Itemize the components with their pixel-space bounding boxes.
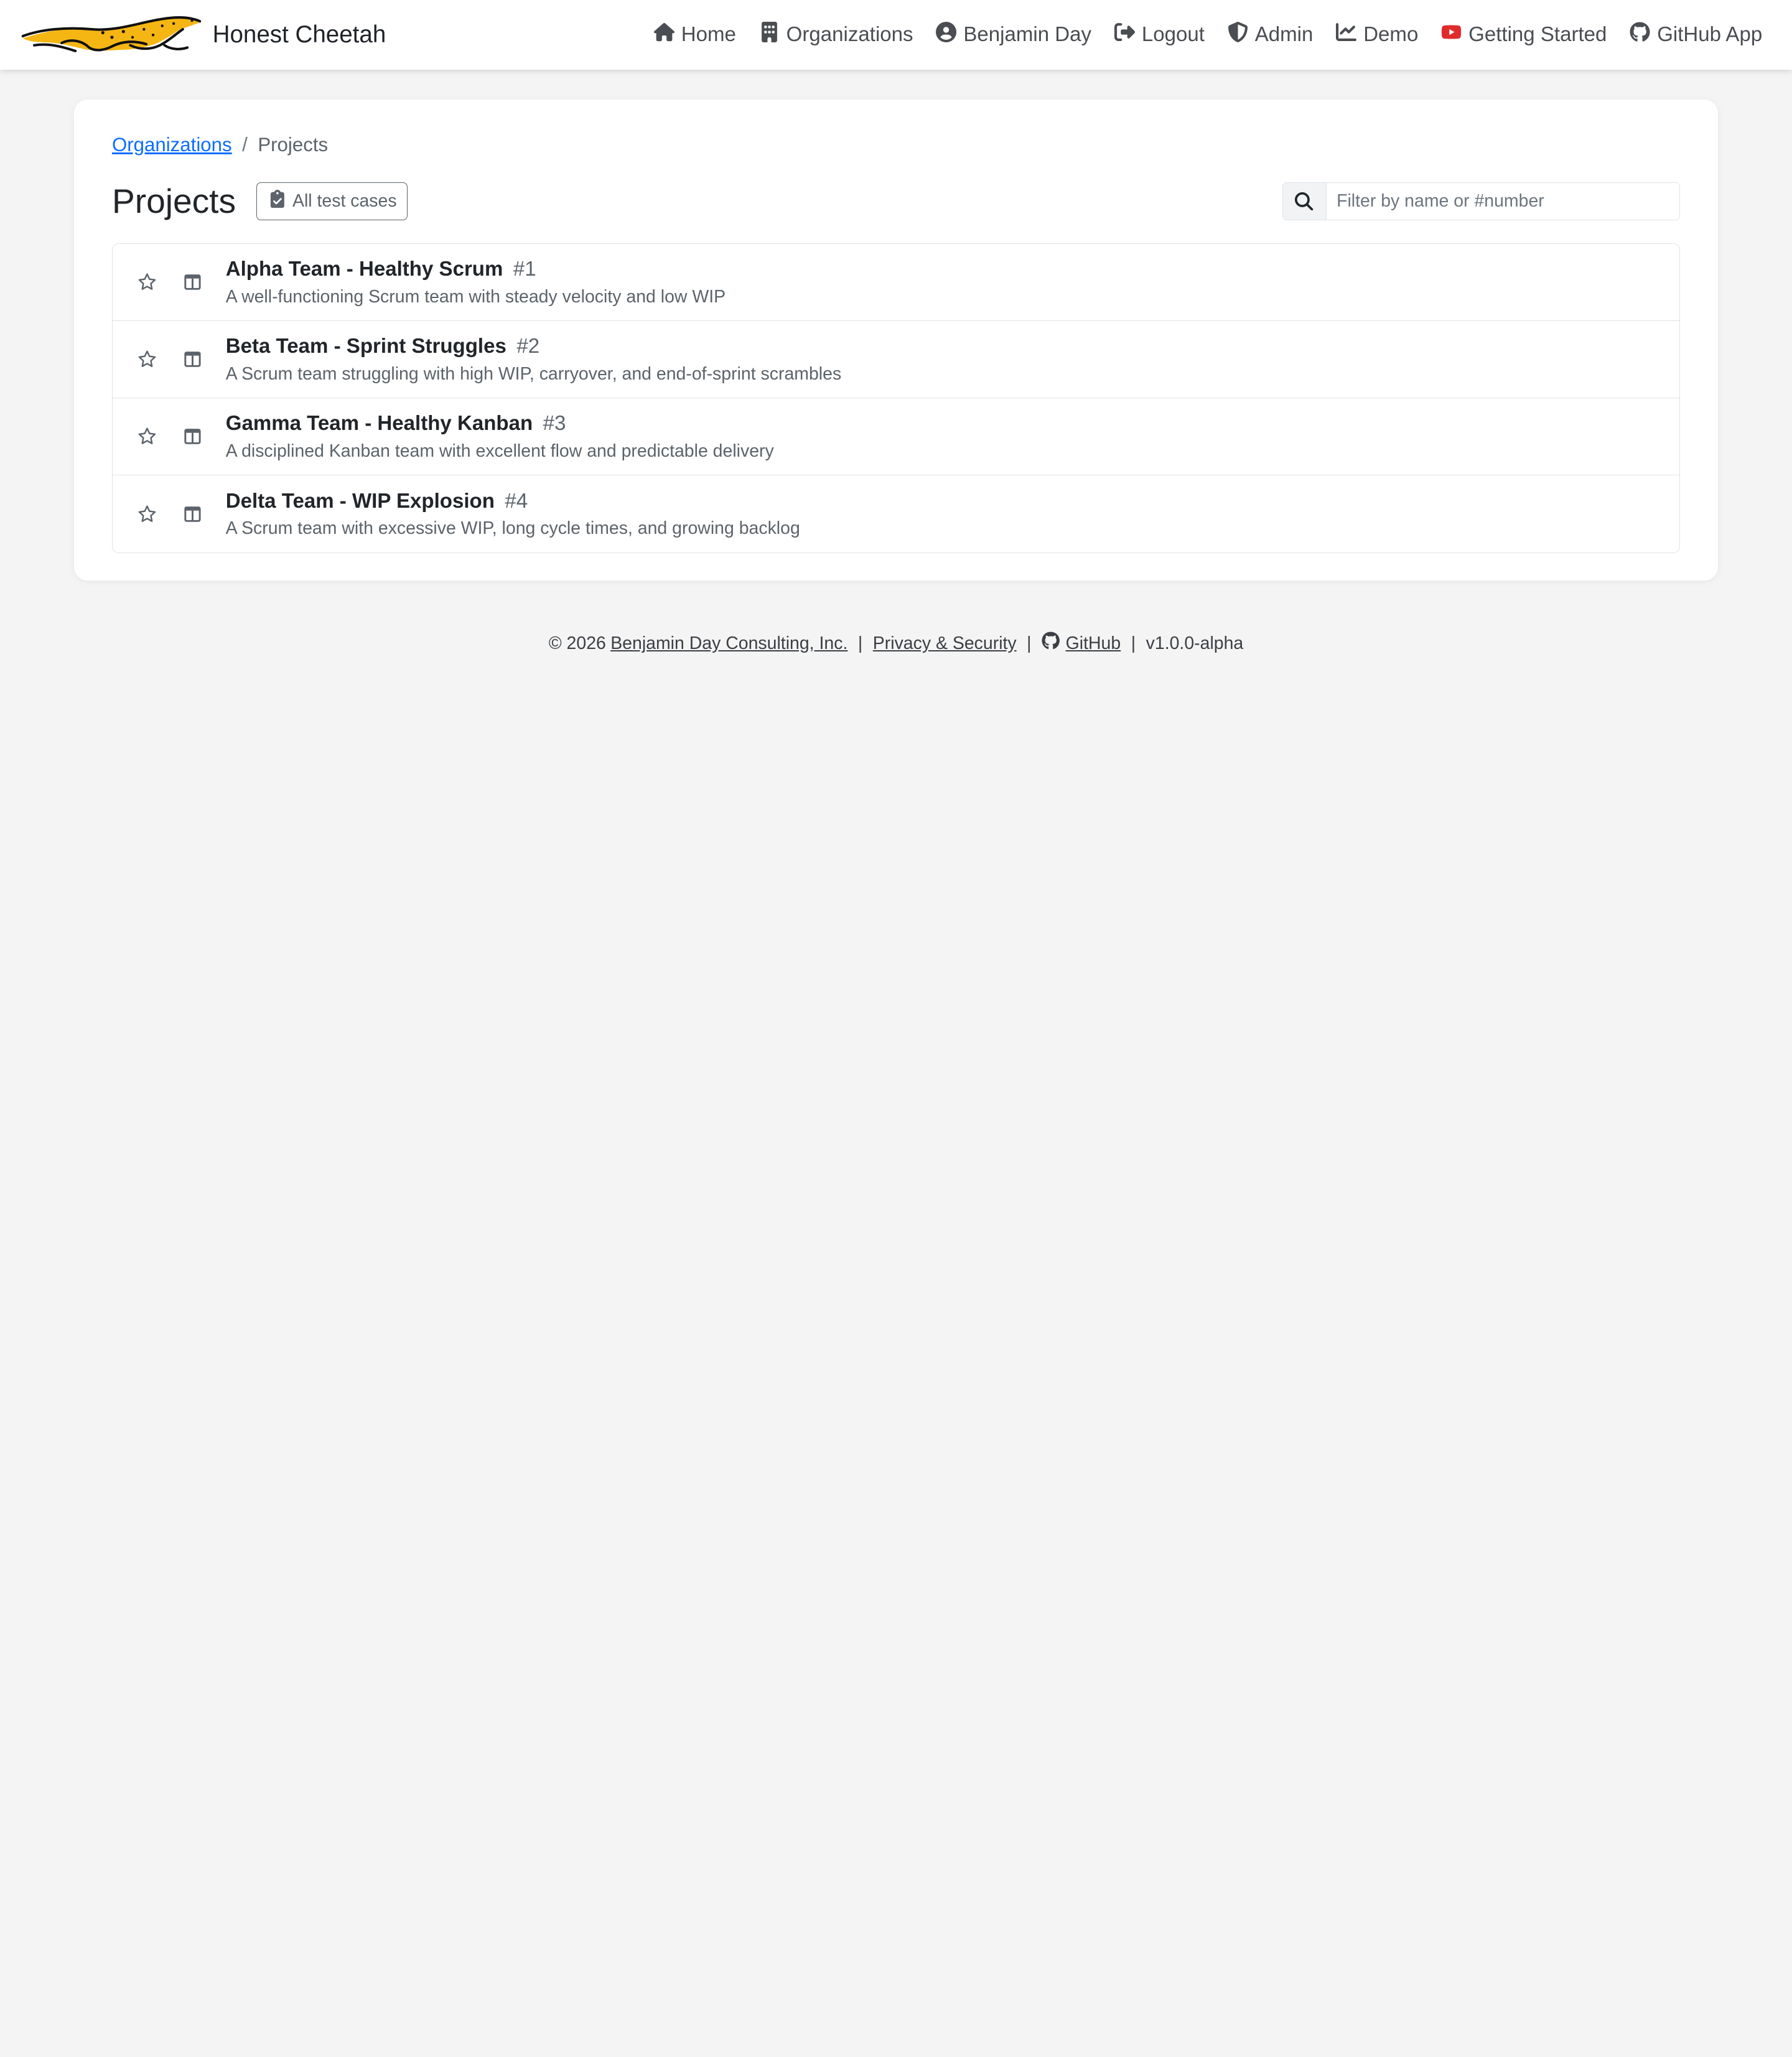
footer-github: GitHub (1042, 632, 1121, 655)
page-title: Projects (111, 182, 236, 221)
project-description: A disciplined Kanban team with excellent… (225, 441, 774, 461)
project-title-row: Gamma Team - Healthy Kanban #3 (226, 411, 774, 436)
shield-icon (1228, 21, 1248, 48)
project-description: A well-functioning Scrum team with stead… (225, 287, 726, 307)
board-layout-icon[interactable] (181, 271, 204, 294)
home-icon (653, 22, 674, 48)
project-row-2[interactable]: Beta Team - Sprint Struggles #2 A Scrum … (112, 321, 1679, 399)
project-description: A Scrum team with excessive WIP, long cy… (225, 518, 800, 539)
github-icon (1630, 22, 1650, 48)
footer-copyright: © 2026 (548, 633, 606, 653)
project-number: #3 (543, 412, 566, 436)
building-icon (759, 21, 780, 48)
projects-header: Projects All test cases (112, 180, 1680, 222)
nav-getting-started[interactable]: Getting Started (1441, 22, 1607, 48)
nav-home[interactable]: Home (653, 22, 736, 48)
nav-organizations-label: Organizations (786, 23, 913, 46)
project-body: Beta Team - Sprint Struggles #2 A Scrum … (226, 334, 841, 385)
project-title-row: Beta Team - Sprint Struggles #2 (226, 334, 841, 359)
nav-github-app[interactable]: GitHub App (1630, 22, 1762, 48)
youtube-icon (1441, 22, 1462, 48)
nav-admin[interactable]: Admin (1228, 21, 1314, 48)
all-test-cases-button[interactable]: All test cases (256, 182, 408, 220)
footer-version: v1.0.0-alpha (1146, 633, 1244, 653)
cheetah-logo-icon (21, 16, 202, 52)
nav-logout-label: Logout (1141, 23, 1205, 46)
app-root: Honest Cheetah Home Organizations Benjam… (0, 0, 1792, 1120)
project-number: #1 (513, 258, 536, 281)
project-number: #4 (505, 489, 528, 513)
page-footer: © 2026 Benjamin Day Consulting, Inc. | P… (0, 632, 1792, 655)
breadcrumb-separator: / (242, 134, 248, 156)
footer-privacy-link[interactable]: Privacy & Security (873, 633, 1017, 654)
clipboard-check-icon (269, 189, 286, 213)
brand-name: Honest Cheetah (212, 21, 386, 49)
all-test-cases-label: All test cases (292, 190, 397, 211)
board-layout-icon[interactable] (181, 348, 204, 371)
star-icon[interactable] (136, 348, 159, 371)
breadcrumb-current: Projects (258, 134, 329, 156)
star-icon[interactable] (136, 425, 159, 448)
footer-separator: | (1131, 633, 1136, 653)
project-title-row: Delta Team - WIP Explosion #4 (226, 489, 800, 514)
github-icon (1042, 632, 1060, 655)
brand-link[interactable]: Honest Cheetah (21, 16, 386, 54)
nav-admin-label: Admin (1254, 23, 1314, 46)
search-input[interactable] (1326, 182, 1679, 220)
board-layout-icon[interactable] (181, 503, 204, 526)
star-icon[interactable] (136, 503, 159, 526)
project-body: Gamma Team - Healthy Kanban #3 A discipl… (226, 411, 774, 462)
search-icon (1282, 182, 1327, 220)
nav-links: Home Organizations Benjamin Day Logout A… (653, 21, 1771, 48)
project-row-3[interactable]: Gamma Team - Healthy Kanban #3 A discipl… (112, 398, 1679, 476)
project-name-link[interactable]: Gamma Team - Healthy Kanban (226, 411, 533, 436)
nav-getting-started-label: Getting Started (1468, 23, 1607, 46)
logout-icon (1114, 22, 1135, 48)
chart-line-icon (1336, 22, 1357, 48)
project-body: Delta Team - WIP Explosion #4 A Scrum te… (226, 489, 800, 539)
project-list: Alpha Team - Healthy Scrum #1 A well-fun… (111, 243, 1680, 554)
star-icon[interactable] (136, 271, 159, 294)
nav-user-profile[interactable]: Benjamin Day (936, 21, 1092, 48)
footer-company-link[interactable]: Benjamin Day Consulting, Inc. (610, 633, 847, 654)
nav-demo-label: Demo (1363, 23, 1419, 46)
project-name-link[interactable]: Beta Team - Sprint Struggles (226, 334, 506, 359)
nav-user-label: Benjamin Day (963, 23, 1092, 46)
user-circle-icon (936, 21, 957, 48)
nav-github-app-label: GitHub App (1657, 23, 1763, 46)
nav-organizations[interactable]: Organizations (759, 21, 913, 48)
nav-demo[interactable]: Demo (1336, 22, 1418, 48)
project-name-link[interactable]: Alpha Team - Healthy Scrum (226, 257, 503, 282)
nav-home-label: Home (681, 23, 736, 46)
breadcrumb: Organizations / Projects (112, 131, 1680, 159)
top-navbar: Honest Cheetah Home Organizations Benjam… (0, 0, 1792, 70)
project-description: A Scrum team struggling with high WIP, c… (225, 363, 842, 384)
project-row-4[interactable]: Delta Team - WIP Explosion #4 A Scrum te… (112, 475, 1679, 553)
nav-logout[interactable]: Logout (1114, 22, 1205, 48)
footer-github-link[interactable]: GitHub (1066, 633, 1121, 654)
project-body: Alpha Team - Healthy Scrum #1 A well-fun… (226, 257, 726, 307)
project-row-1[interactable]: Alpha Team - Healthy Scrum #1 A well-fun… (112, 244, 1679, 322)
footer-separator: | (857, 633, 863, 653)
board-layout-icon[interactable] (181, 425, 204, 448)
project-title-row: Alpha Team - Healthy Scrum #1 (226, 257, 726, 282)
project-filter (1282, 182, 1680, 220)
project-number: #2 (516, 335, 540, 358)
footer-separator: | (1027, 633, 1032, 653)
project-name-link[interactable]: Delta Team - WIP Explosion (226, 489, 495, 514)
breadcrumb-organizations-link[interactable]: Organizations (112, 134, 232, 156)
projects-card: Organizations / Projects Projects All te… (74, 99, 1718, 581)
